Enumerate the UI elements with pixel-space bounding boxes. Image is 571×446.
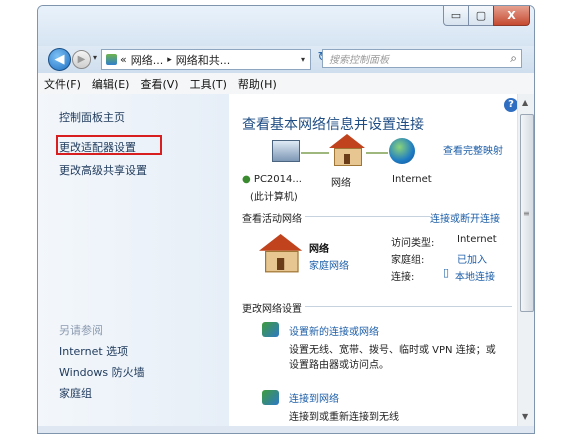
address-overflow[interactable]: «: [120, 53, 127, 66]
breadcrumb-network-sharing[interactable]: 网络和共...: [176, 52, 231, 68]
internet-map-label: Internet: [392, 174, 432, 185]
pc-status-icon: ●: [242, 174, 251, 185]
divider: [305, 306, 512, 307]
status-bar: [38, 426, 534, 433]
sidebar-item-home[interactable]: 控制面板主页: [59, 109, 125, 125]
connector-line: [301, 152, 329, 154]
access-type-label: 访问类型:: [391, 238, 435, 249]
left-pane: 控制面板主页 更改适配器设置 更改高级共享设置 另请参阅 Internet 选项…: [38, 94, 229, 426]
connect-network-desc: 连接到或重新连接到无线: [289, 412, 399, 423]
highlight-box: [56, 135, 162, 155]
sidebar-item-firewall[interactable]: Windows 防火墙: [59, 364, 145, 380]
address-dropdown-icon[interactable]: ▾: [301, 55, 305, 64]
menu-help[interactable]: 帮助(H): [238, 76, 277, 92]
local-connection-link[interactable]: 本地连接: [455, 268, 495, 283]
setup-connection-link[interactable]: 设置新的连接或网络: [289, 323, 379, 338]
connect-network-icon: [262, 390, 279, 405]
menu-tools[interactable]: 工具(T): [190, 76, 227, 92]
connect-network-link[interactable]: 连接到网络: [289, 390, 339, 405]
control-panel-icon: [106, 54, 117, 65]
sidebar-item-advanced-sharing[interactable]: 更改高级共享设置: [59, 162, 147, 178]
view-full-map-link[interactable]: 查看完整映射: [443, 142, 503, 157]
forward-button[interactable]: ▶: [72, 50, 91, 69]
history-dropdown-icon[interactable]: ▾: [93, 53, 97, 62]
scroll-grip-icon: ≡: [523, 209, 530, 218]
help-icon[interactable]: ?: [504, 98, 518, 112]
access-type-value: Internet: [457, 234, 497, 245]
breadcrumb-network[interactable]: 网络...: [131, 52, 164, 68]
pc-name: PC2014...: [253, 174, 302, 185]
homegroup-value-link[interactable]: 已加入: [457, 251, 487, 266]
connect-disconnect-link[interactable]: 连接或断开连接: [430, 210, 500, 225]
menu-edit[interactable]: 编辑(E): [92, 76, 130, 92]
network-name: 网络: [309, 244, 329, 255]
search-placeholder: 搜索控制面板: [329, 55, 389, 66]
back-button[interactable]: ◀: [48, 48, 71, 71]
close-button[interactable]: X: [493, 6, 530, 26]
maximize-button[interactable]: ▢: [468, 6, 494, 26]
connection-label: 连接:: [391, 272, 415, 283]
search-input[interactable]: 搜索控制面板 ⌕: [322, 49, 522, 68]
menu-bar: 文件(F) 编辑(E) 查看(V) 工具(T) 帮助(H): [38, 73, 534, 95]
ethernet-icon: ▯: [443, 266, 450, 279]
divider: [305, 216, 430, 217]
homegroup-label: 家庭组:: [391, 255, 425, 266]
page-title: 查看基本网络信息并设置连接: [242, 117, 424, 133]
address-bar[interactable]: « 网络... ▸ 网络和共... ▾: [101, 49, 311, 70]
sidebar-item-homegroup[interactable]: 家庭组: [59, 385, 92, 401]
breadcrumb-separator-icon[interactable]: ▸: [167, 55, 172, 65]
vertical-scrollbar[interactable]: ▲ ≡ ▼: [517, 94, 534, 426]
sidebar-item-internet-options[interactable]: Internet 选项: [59, 343, 128, 359]
minimize-button[interactable]: ▭: [443, 6, 469, 26]
scroll-up-icon[interactable]: ▲: [522, 98, 528, 107]
network-type-link[interactable]: 家庭网络: [309, 257, 349, 272]
computer-icon: [272, 140, 300, 162]
connector-line: [366, 152, 388, 154]
menu-file[interactable]: 文件(F): [44, 76, 81, 92]
navigation-bar: ◀ ▶ ▾ « 网络... ▸ 网络和共... ▾ ↻ 搜索控制面板 ⌕: [38, 46, 534, 73]
new-connection-icon: [262, 322, 279, 337]
scroll-down-icon[interactable]: ▼: [522, 412, 528, 421]
search-icon[interactable]: ⌕: [510, 51, 517, 66]
active-networks-header: 查看活动网络: [242, 214, 302, 225]
title-bar[interactable]: ▭ ▢ X: [38, 6, 534, 46]
this-pc-sub: (此计算机): [250, 192, 298, 203]
setup-connection-desc: 设置无线、宽带、拨号、临时或 VPN 连接；或: [289, 345, 496, 356]
this-pc-label: ● PC2014...: [242, 174, 302, 185]
setup-connection-desc2: 设置路由器或访问点。: [289, 360, 389, 371]
main-pane: ? 查看基本网络信息并设置连接 查看完整映射 ● PC2014... (此计算机…: [229, 94, 518, 426]
internet-globe-icon: [389, 138, 415, 164]
change-settings-header: 更改网络设置: [242, 304, 302, 315]
control-panel-window: ▭ ▢ X ◀ ▶ ▾ « 网络... ▸ 网络和共... ▾ ↻ 搜索控制面板…: [37, 5, 535, 434]
network-map-label: 网络: [331, 178, 351, 189]
menu-view[interactable]: 查看(V): [140, 76, 178, 92]
see-also-heading: 另请参阅: [59, 324, 103, 337]
